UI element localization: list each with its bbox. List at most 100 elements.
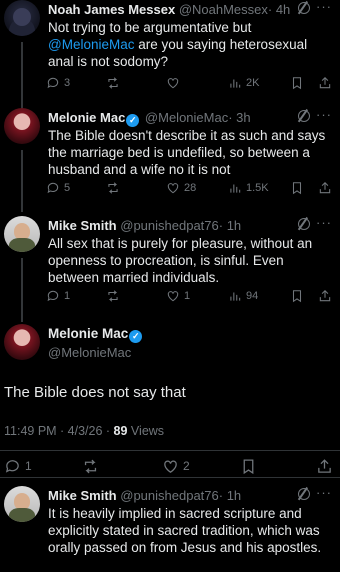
reply-icon [46,76,60,90]
like-button[interactable] [166,75,180,91]
action-bar: 3 2K [46,75,336,91]
author-name[interactable]: Mike Smith [48,218,117,233]
repost-icon [106,181,120,195]
author-name[interactable]: Melonie Mac [48,110,125,125]
view-count: 1.5K [246,182,269,194]
tweet-melonie[interactable]: Melonie Mac ✓ @MelonieMac· 3h ··· The Bib… [0,107,340,212]
repost-button[interactable] [106,180,120,196]
timestamp[interactable]: · 1h [219,488,241,503]
main-tweet-text: The Bible does not say that [4,384,186,401]
grok-icon[interactable] [298,218,310,230]
mention-link[interactable]: @MelonieMac [48,37,134,52]
heart-icon [162,458,179,475]
views-button[interactable]: 1.5K [228,180,269,196]
tweet-mike[interactable]: Mike Smith @punishedpat76· 1h ··· All se… [0,215,340,320]
author-name[interactable]: Noah James Messex [48,2,175,17]
reply-count: 5 [64,182,71,194]
bookmark-button[interactable] [240,457,257,475]
bookmark-icon [290,289,304,303]
tweet-text: It is heavily implied in sacred scriptur… [48,506,322,555]
author-handle[interactable]: @MelonieMac [145,110,228,125]
grok-icon[interactable] [298,2,310,14]
avatar[interactable] [4,0,40,36]
view-count: 89 [113,424,128,438]
tweet-header: Mike Smith @punishedpat76· 1h ··· [48,485,332,503]
tweet-header: Mike Smith @punishedpat76· 1h ··· [48,215,332,233]
bookmark-button[interactable] [290,288,304,304]
more-options-icon[interactable]: ··· [316,107,332,122]
share-button[interactable] [318,180,332,196]
reply-button[interactable]: 1 [46,288,70,304]
avatar[interactable] [4,324,40,360]
repost-icon [82,458,99,475]
tweet-header: Noah James Messex @NoahMessex· 4h ··· [48,0,332,17]
timestamp[interactable]: · 3h [228,110,250,125]
repost-icon [106,76,120,90]
tweet-mike-reply[interactable]: Mike Smith @punishedpat76· 1h ··· It is … [0,485,340,572]
reply-icon [46,289,60,303]
share-button[interactable] [316,457,333,475]
views-label: Views [127,424,165,438]
more-options-icon[interactable]: ··· [316,0,332,14]
repost-button[interactable] [106,75,120,91]
author-handle[interactable]: @punishedpat76 [120,218,219,233]
reply-button[interactable]: 5 [46,180,70,196]
reply-icon [4,458,21,475]
like-button[interactable]: 28 [166,180,196,196]
more-options-icon[interactable]: ··· [316,485,332,500]
more-options-icon[interactable]: ··· [316,215,332,230]
main-action-bar: 1 2 [0,450,340,472]
views-icon [228,76,242,90]
author-name[interactable]: Melonie Mac [48,326,128,341]
tweet-noah[interactable]: Noah James Messex @NoahMessex· 4h ··· No… [0,0,340,104]
divider [0,477,340,478]
repost-button[interactable] [82,457,99,475]
reply-button[interactable]: 1 [4,457,32,475]
heart-icon [166,76,180,90]
timestamp[interactable]: 11:49 PM · 4/3/26 · [4,424,114,438]
repost-button[interactable] [106,288,120,304]
like-button[interactable]: 1 [166,288,190,304]
share-icon [318,181,332,195]
verified-badge-icon: ✓ [129,330,143,343]
avatar[interactable] [4,216,40,252]
reply-count: 1 [25,459,32,473]
views-button[interactable]: 2K [228,75,259,91]
author-name[interactable]: Mike Smith [48,488,117,503]
author-handle[interactable]: @MelonieMac [48,345,144,360]
like-count: 28 [184,182,197,194]
bookmark-button[interactable] [290,75,304,91]
share-icon [318,289,332,303]
tweet-text: The Bible doesn't describe it as such an… [48,128,326,177]
heart-icon [166,181,180,195]
tweet-meta: 11:49 PM · 4/3/26 · 89 Views [4,424,164,438]
share-button[interactable] [318,288,332,304]
grok-icon[interactable] [298,110,310,122]
repost-icon [106,289,120,303]
author-handle[interactable]: @NoahMessex [179,2,268,17]
tweet-header: Melonie Mac ✓ @MelonieMac· 3h ··· [48,107,332,127]
bookmark-button[interactable] [290,180,304,196]
share-icon [318,76,332,90]
heart-icon [166,289,180,303]
tweet-text: All sex that is purely for pleasure, wit… [48,236,313,285]
author-handle[interactable]: @punishedpat76 [120,488,219,503]
timestamp[interactable]: · 4h [268,2,290,17]
avatar[interactable] [4,486,40,522]
action-bar: 1 1 94 [46,288,336,304]
like-count: 2 [183,459,190,473]
verified-badge-icon: ✓ [126,114,140,127]
share-button[interactable] [318,75,332,91]
action-bar: 5 28 1.5K [46,180,336,196]
bookmark-icon [290,181,304,195]
views-button[interactable]: 94 [228,288,258,304]
grok-icon[interactable] [298,488,310,500]
tweet-text: Not trying to be argumentative but @Melo… [48,19,332,70]
like-count: 1 [184,290,191,302]
like-button[interactable]: 2 [162,457,190,475]
reply-button[interactable]: 3 [46,75,70,91]
view-count: 2K [246,77,260,89]
timestamp[interactable]: · 1h [219,218,241,233]
bookmark-icon [240,458,257,475]
avatar[interactable] [4,108,40,144]
